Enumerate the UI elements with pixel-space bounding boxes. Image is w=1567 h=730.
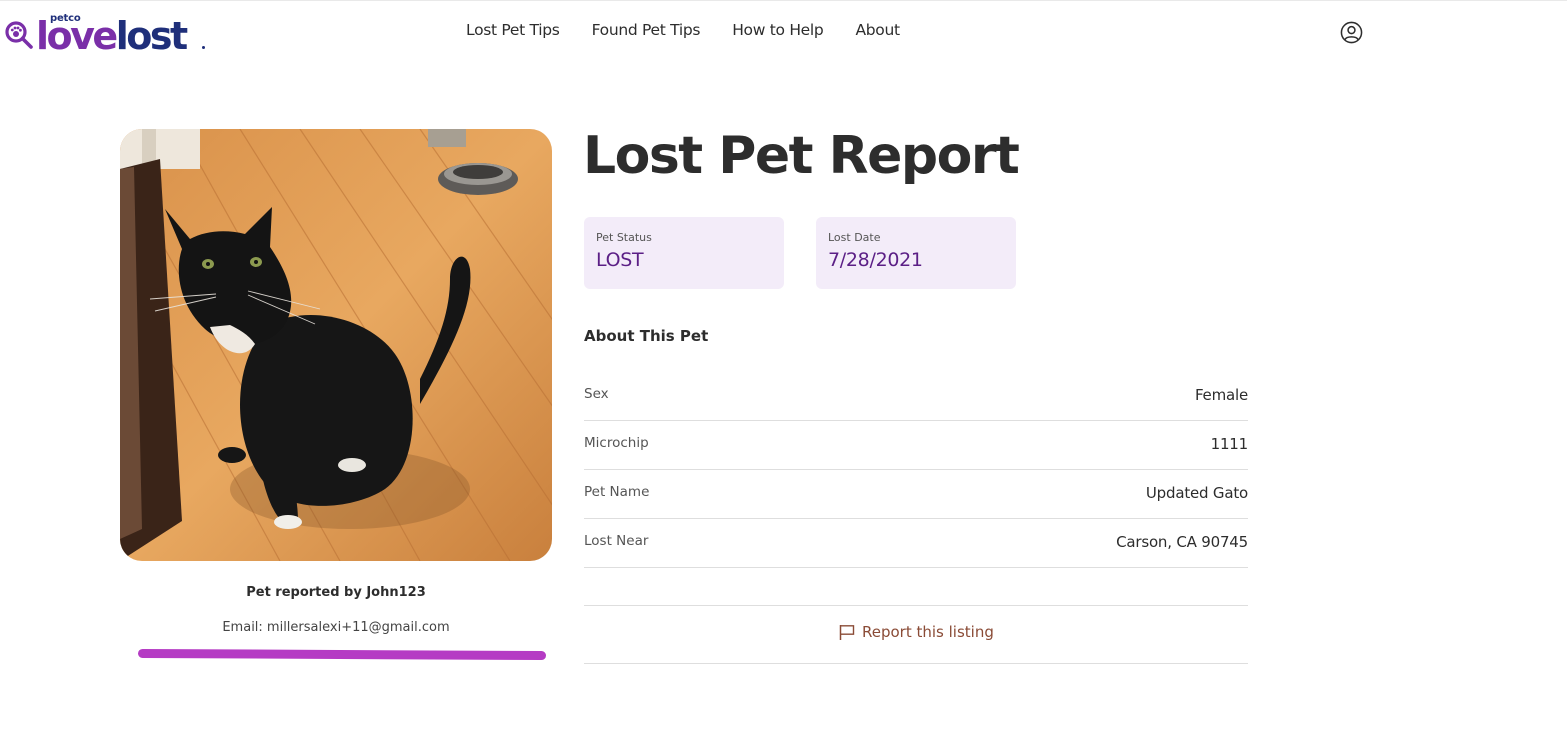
nav-lost-pet-tips[interactable]: Lost Pet Tips bbox=[466, 20, 560, 40]
detail-row-pet-name: Pet Name Updated Gato bbox=[584, 470, 1248, 519]
detail-row-microchip: Microchip 1111 bbox=[584, 421, 1248, 470]
highlight-marker-stroke bbox=[137, 648, 547, 661]
cat-photo-image bbox=[120, 129, 552, 561]
lost-date-card: Lost Date 7/28/2021 bbox=[816, 217, 1016, 289]
main-nav: Lost Pet Tips Found Pet Tips How to Help… bbox=[466, 20, 932, 40]
logo-lost-text: lost bbox=[115, 14, 188, 58]
detail-row-sex: Sex Female bbox=[584, 372, 1248, 421]
detail-value: 1111 bbox=[1210, 435, 1249, 453]
logo-trademark-dot bbox=[202, 46, 205, 49]
pet-status-value: LOST bbox=[596, 249, 644, 271]
detail-value: Updated Gato bbox=[1145, 484, 1248, 502]
user-circle-icon[interactable] bbox=[1340, 21, 1363, 44]
top-divider bbox=[0, 0, 1567, 1]
nav-found-pet-tips[interactable]: Found Pet Tips bbox=[592, 20, 701, 40]
lost-date-label: Lost Date bbox=[828, 231, 881, 244]
detail-label: Microchip bbox=[584, 435, 649, 451]
logo-wordmark: lovelost bbox=[36, 14, 188, 58]
report-listing-label: Report this listing bbox=[862, 623, 994, 641]
page-title: Lost Pet Report bbox=[583, 126, 1020, 186]
pet-photo bbox=[120, 129, 552, 561]
detail-label: Pet Name bbox=[584, 484, 650, 500]
pet-details-list: Sex Female Microchip 1111 Pet Name Updat… bbox=[584, 372, 1248, 568]
detail-value: Carson, CA 90745 bbox=[1116, 533, 1248, 551]
detail-value: Female bbox=[1194, 386, 1248, 404]
reporter-email: Email: millersalexi+11@gmail.com bbox=[222, 620, 450, 635]
detail-label: Sex bbox=[584, 386, 609, 402]
lost-date-value: 7/28/2021 bbox=[828, 249, 923, 271]
petco-love-lost-logo[interactable]: petco lovelost bbox=[4, 13, 214, 58]
magnifier-paw-icon bbox=[5, 21, 33, 49]
nav-how-to-help[interactable]: How to Help bbox=[732, 20, 824, 40]
pet-status-card: Pet Status LOST bbox=[584, 217, 784, 289]
report-listing-section: Report this listing bbox=[584, 605, 1248, 664]
flag-icon bbox=[839, 625, 855, 640]
about-pet-heading: About This Pet bbox=[584, 327, 709, 345]
pet-reporter: Pet reported by John123 bbox=[246, 585, 426, 600]
pet-status-label: Pet Status bbox=[596, 231, 652, 244]
detail-label: Lost Near bbox=[584, 533, 649, 549]
logo-love-text: love bbox=[36, 14, 118, 58]
page: petco lovelost Lost Pet Tips Found Pet T… bbox=[0, 0, 1567, 730]
nav-about[interactable]: About bbox=[855, 20, 900, 40]
detail-row-lost-near: Lost Near Carson, CA 90745 bbox=[584, 519, 1248, 568]
report-listing-button[interactable]: Report this listing bbox=[838, 623, 994, 641]
